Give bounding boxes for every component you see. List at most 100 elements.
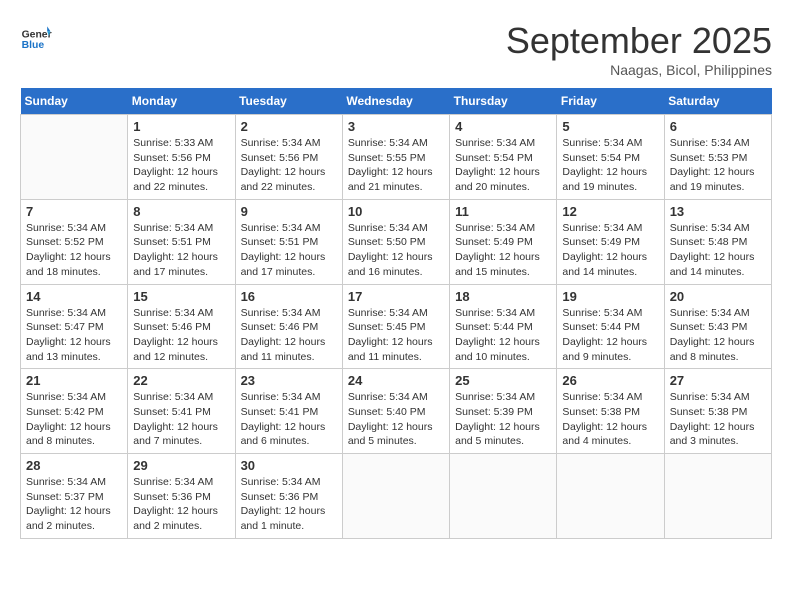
day-number: 24: [348, 373, 444, 388]
day-number: 9: [241, 204, 337, 219]
calendar-cell: 16Sunrise: 5:34 AM Sunset: 5:46 PM Dayli…: [235, 284, 342, 369]
day-info: Sunrise: 5:34 AM Sunset: 5:46 PM Dayligh…: [133, 306, 229, 365]
day-number: 4: [455, 119, 551, 134]
day-info: Sunrise: 5:34 AM Sunset: 5:50 PM Dayligh…: [348, 221, 444, 280]
calendar-cell: 18 Sunrise: 5:34 AM Sunset: 5:44 PM Dayli…: [450, 284, 557, 369]
day-number: 8: [133, 204, 229, 219]
day-info: Sunrise: 5:34 AM Sunset: 5:54 PM Dayligh…: [455, 136, 551, 195]
day-number: 19: [562, 289, 658, 304]
calendar-cell: 12Sunrise: 5:34 AM Sunset: 5:49 PM Dayli…: [557, 199, 664, 284]
day-info: Sunrise: 5:34 AM Sunset: 5:41 PM Dayligh…: [241, 390, 337, 449]
day-number: 26: [562, 373, 658, 388]
logo-icon: General Blue: [20, 20, 52, 52]
day-number: 30: [241, 458, 337, 473]
calendar-cell: [664, 454, 771, 539]
calendar-cell: 26Sunrise: 5:34 AM Sunset: 5:38 PM Dayli…: [557, 369, 664, 454]
day-number: 27: [670, 373, 766, 388]
day-info: Sunrise: 5:34 AM Sunset: 5:54 PM Dayligh…: [562, 136, 658, 195]
day-info: Sunrise: 5:34 AM Sunset: 5:56 PM Dayligh…: [241, 136, 337, 195]
calendar-cell: 15 Sunrise: 5:34 AM Sunset: 5:46 PM Dayli…: [128, 284, 235, 369]
calendar-cell: 23 Sunrise: 5:34 AM Sunset: 5:41 PM Dayli…: [235, 369, 342, 454]
day-info: Sunrise: 5:34 AM Sunset: 5:48 PM Dayligh…: [670, 221, 766, 280]
calendar-cell: 20 Sunrise: 5:34 AM Sunset: 5:43 PM Dayli…: [664, 284, 771, 369]
calendar-week-3: 14 Sunrise: 5:34 AM Sunset: 5:47 PM Dayli…: [21, 284, 772, 369]
day-info: Sunrise: 5:34 AM Sunset: 5:51 PM Dayligh…: [133, 221, 229, 280]
day-info: Sunrise: 5:34 AM Sunset: 5:46 PM Dayligh…: [241, 306, 337, 365]
day-info: Sunrise: 5:34 AM Sunset: 5:36 PM Dayligh…: [133, 475, 229, 534]
day-info: Sunrise: 5:34 AM Sunset: 5:38 PM Dayligh…: [670, 390, 766, 449]
calendar-cell: 21 Sunrise: 5:34 AM Sunset: 5:42 PM Dayli…: [21, 369, 128, 454]
day-info: Sunrise: 5:34 AM Sunset: 5:47 PM Dayligh…: [26, 306, 122, 365]
day-info: Sunrise: 5:34 AM Sunset: 5:55 PM Dayligh…: [348, 136, 444, 195]
calendar-week-5: 28 Sunrise: 5:34 AM Sunset: 5:37 PM Dayli…: [21, 454, 772, 539]
day-number: 13: [670, 204, 766, 219]
calendar-cell: [557, 454, 664, 539]
calendar-cell: 28 Sunrise: 5:34 AM Sunset: 5:37 PM Dayli…: [21, 454, 128, 539]
calendar-cell: 6Sunrise: 5:34 AM Sunset: 5:53 PM Daylig…: [664, 115, 771, 200]
day-number: 25: [455, 373, 551, 388]
day-number: 14: [26, 289, 122, 304]
calendar-cell: 19 Sunrise: 5:34 AM Sunset: 5:44 PM Dayli…: [557, 284, 664, 369]
calendar-cell: 13 Sunrise: 5:34 AM Sunset: 5:48 PM Dayli…: [664, 199, 771, 284]
day-number: 18: [455, 289, 551, 304]
weekday-header-wednesday: Wednesday: [342, 88, 449, 115]
day-number: 22: [133, 373, 229, 388]
day-info: Sunrise: 5:34 AM Sunset: 5:51 PM Dayligh…: [241, 221, 337, 280]
day-number: 17: [348, 289, 444, 304]
weekday-header-friday: Friday: [557, 88, 664, 115]
calendar-table: SundayMondayTuesdayWednesdayThursdayFrid…: [20, 88, 772, 539]
page-header: General Blue September 2025 Naagas, Bico…: [20, 20, 772, 78]
calendar-cell: 30Sunrise: 5:34 AM Sunset: 5:36 PM Dayli…: [235, 454, 342, 539]
calendar-cell: [450, 454, 557, 539]
day-info: Sunrise: 5:33 AM Sunset: 5:56 PM Dayligh…: [133, 136, 229, 195]
calendar-week-4: 21 Sunrise: 5:34 AM Sunset: 5:42 PM Dayli…: [21, 369, 772, 454]
day-number: 11: [455, 204, 551, 219]
day-number: 15: [133, 289, 229, 304]
calendar-cell: 3 Sunrise: 5:34 AM Sunset: 5:55 PM Daylig…: [342, 115, 449, 200]
day-info: Sunrise: 5:34 AM Sunset: 5:53 PM Dayligh…: [670, 136, 766, 195]
day-number: 23: [241, 373, 337, 388]
weekday-header-row: SundayMondayTuesdayWednesdayThursdayFrid…: [21, 88, 772, 115]
calendar-cell: 9 Sunrise: 5:34 AM Sunset: 5:51 PM Daylig…: [235, 199, 342, 284]
logo: General Blue: [20, 20, 52, 52]
weekday-header-saturday: Saturday: [664, 88, 771, 115]
location: Naagas, Bicol, Philippines: [506, 62, 772, 78]
calendar-cell: 2 Sunrise: 5:34 AM Sunset: 5:56 PM Daylig…: [235, 115, 342, 200]
day-number: 1: [133, 119, 229, 134]
calendar-cell: 22 Sunrise: 5:34 AM Sunset: 5:41 PM Dayli…: [128, 369, 235, 454]
calendar-cell: 10 Sunrise: 5:34 AM Sunset: 5:50 PM Dayli…: [342, 199, 449, 284]
day-info: Sunrise: 5:34 AM Sunset: 5:37 PM Dayligh…: [26, 475, 122, 534]
weekday-header-tuesday: Tuesday: [235, 88, 342, 115]
calendar-cell: 4 Sunrise: 5:34 AM Sunset: 5:54 PM Daylig…: [450, 115, 557, 200]
calendar-week-1: 1 Sunrise: 5:33 AM Sunset: 5:56 PM Daylig…: [21, 115, 772, 200]
day-number: 2: [241, 119, 337, 134]
calendar-cell: 11 Sunrise: 5:34 AM Sunset: 5:49 PM Dayli…: [450, 199, 557, 284]
day-info: Sunrise: 5:34 AM Sunset: 5:40 PM Dayligh…: [348, 390, 444, 449]
day-number: 10: [348, 204, 444, 219]
calendar-cell: 29 Sunrise: 5:34 AM Sunset: 5:36 PM Dayli…: [128, 454, 235, 539]
calendar-cell: 24 Sunrise: 5:34 AM Sunset: 5:40 PM Dayli…: [342, 369, 449, 454]
day-info: Sunrise: 5:34 AM Sunset: 5:43 PM Dayligh…: [670, 306, 766, 365]
day-number: 7: [26, 204, 122, 219]
calendar-cell: [21, 115, 128, 200]
month-title: September 2025: [506, 20, 772, 62]
calendar-week-2: 7Sunrise: 5:34 AM Sunset: 5:52 PM Daylig…: [21, 199, 772, 284]
day-number: 28: [26, 458, 122, 473]
calendar-cell: 5 Sunrise: 5:34 AM Sunset: 5:54 PM Daylig…: [557, 115, 664, 200]
svg-text:Blue: Blue: [22, 40, 45, 51]
day-number: 3: [348, 119, 444, 134]
day-info: Sunrise: 5:34 AM Sunset: 5:42 PM Dayligh…: [26, 390, 122, 449]
calendar-cell: 7Sunrise: 5:34 AM Sunset: 5:52 PM Daylig…: [21, 199, 128, 284]
day-number: 20: [670, 289, 766, 304]
day-info: Sunrise: 5:34 AM Sunset: 5:49 PM Dayligh…: [562, 221, 658, 280]
day-info: Sunrise: 5:34 AM Sunset: 5:49 PM Dayligh…: [455, 221, 551, 280]
weekday-header-sunday: Sunday: [21, 88, 128, 115]
day-number: 29: [133, 458, 229, 473]
day-info: Sunrise: 5:34 AM Sunset: 5:41 PM Dayligh…: [133, 390, 229, 449]
day-number: 5: [562, 119, 658, 134]
day-info: Sunrise: 5:34 AM Sunset: 5:45 PM Dayligh…: [348, 306, 444, 365]
day-number: 21: [26, 373, 122, 388]
day-info: Sunrise: 5:34 AM Sunset: 5:44 PM Dayligh…: [455, 306, 551, 365]
day-info: Sunrise: 5:34 AM Sunset: 5:39 PM Dayligh…: [455, 390, 551, 449]
day-info: Sunrise: 5:34 AM Sunset: 5:44 PM Dayligh…: [562, 306, 658, 365]
